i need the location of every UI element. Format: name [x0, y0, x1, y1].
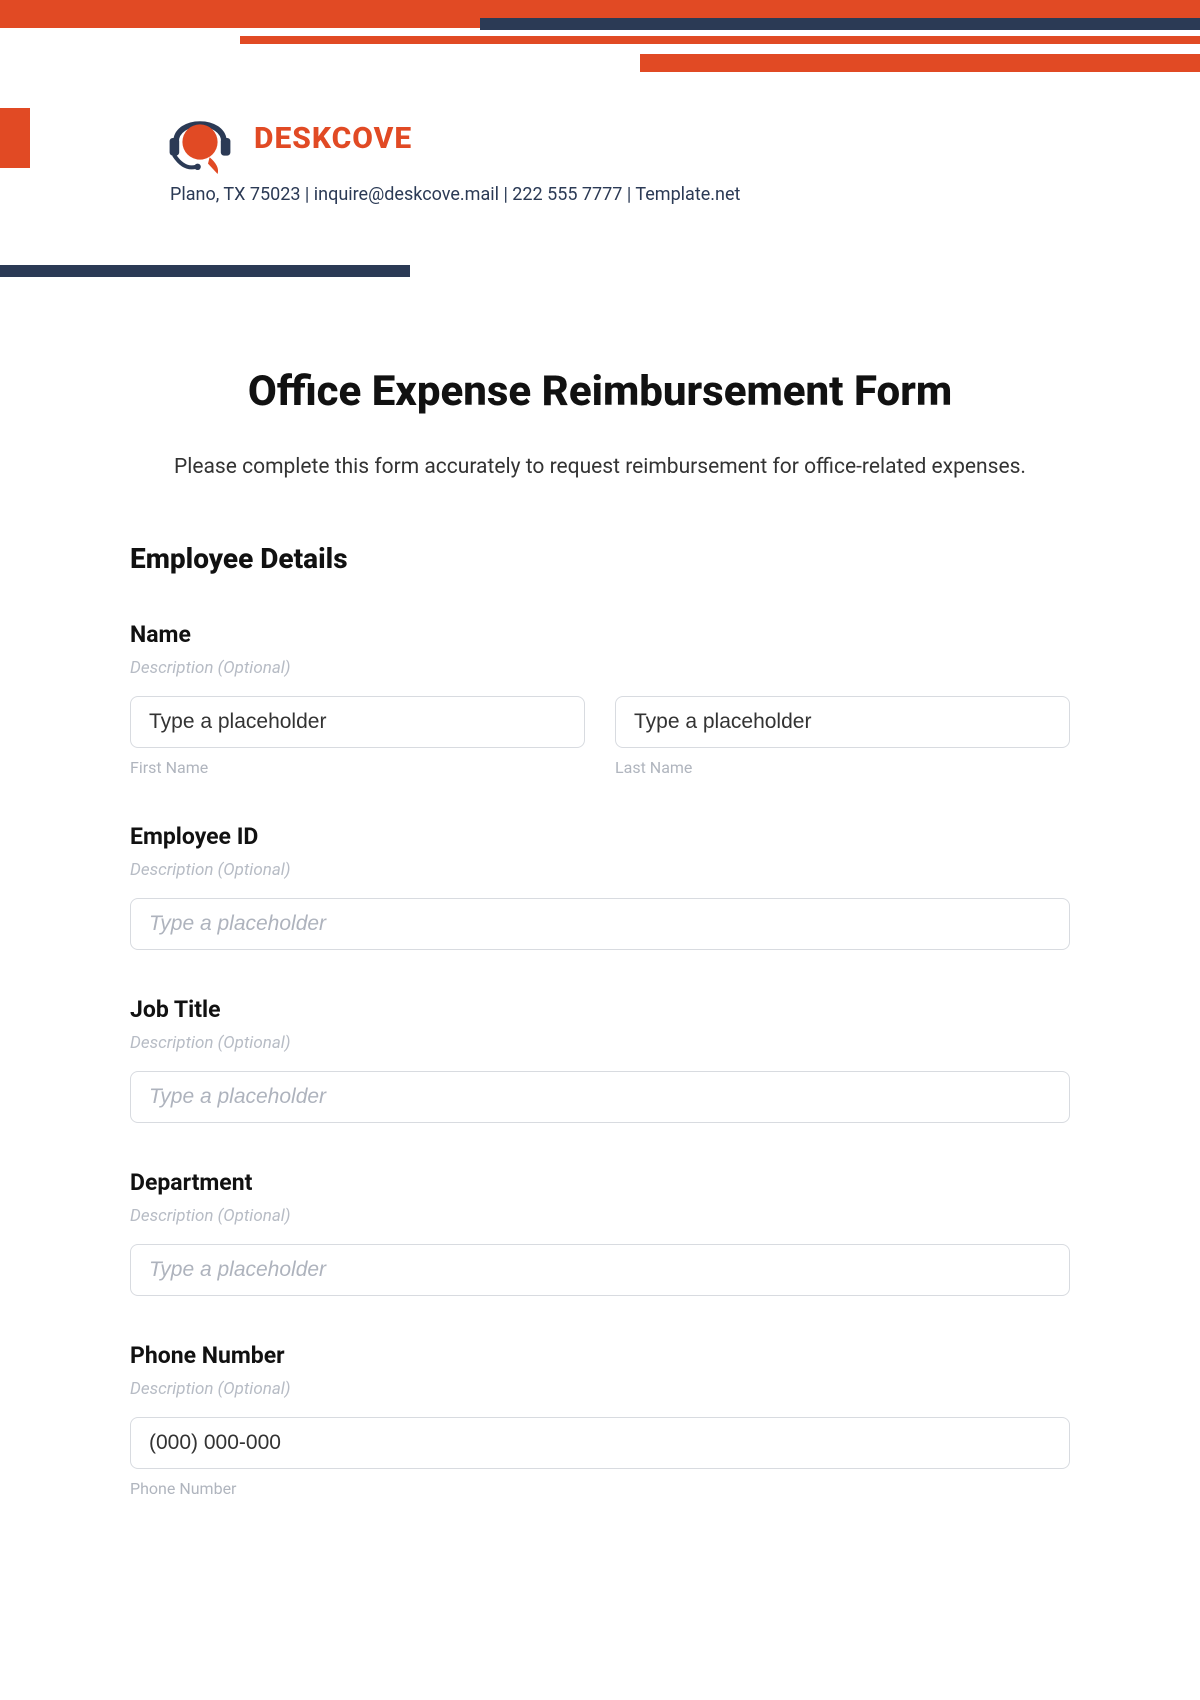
desc-phone: Description (Optional) — [130, 1379, 1070, 1399]
job-title-input[interactable] — [130, 1071, 1070, 1123]
decor-navy-underline — [0, 265, 410, 277]
department-input[interactable] — [130, 1244, 1070, 1296]
brand-contact-line: Plano, TX 75023 | inquire@deskcove.mail … — [170, 184, 1200, 205]
label-job-title: Job Title — [130, 996, 1070, 1023]
label-phone: Phone Number — [130, 1342, 1070, 1369]
sublabel-phone: Phone Number — [130, 1479, 1070, 1498]
decor-bar-navy — [480, 18, 1200, 30]
desc-name: Description (Optional) — [130, 658, 1070, 678]
brand-row: DESKCOVE — [160, 98, 1200, 178]
decor-bar-orange-line — [240, 36, 1200, 44]
decor-left-orange — [0, 108, 30, 168]
first-name-input[interactable] — [130, 696, 585, 748]
desc-employee-id: Description (Optional) — [130, 860, 1070, 880]
desc-job-title: Description (Optional) — [130, 1033, 1070, 1053]
page-title: Office Expense Reimbursement Form — [130, 367, 1070, 416]
field-name: Name Description (Optional) First Name L… — [130, 621, 1070, 777]
section-employee-details: Employee Details — [130, 542, 1070, 575]
phone-input[interactable] — [130, 1417, 1070, 1469]
headset-logo-icon — [160, 98, 240, 178]
label-department: Department — [130, 1169, 1070, 1196]
label-employee-id: Employee ID — [130, 823, 1070, 850]
sublabel-last-name: Last Name — [615, 758, 1070, 777]
field-phone: Phone Number Description (Optional) Phon… — [130, 1342, 1070, 1498]
field-job-title: Job Title Description (Optional) — [130, 996, 1070, 1123]
sublabel-first-name: First Name — [130, 758, 585, 777]
header: DESKCOVE Plano, TX 75023 | inquire@deskc… — [0, 0, 1200, 277]
desc-department: Description (Optional) — [130, 1206, 1070, 1226]
field-department: Department Description (Optional) — [130, 1169, 1070, 1296]
page-subtitle: Please complete this form accurately to … — [130, 450, 1070, 486]
label-name: Name — [130, 621, 1070, 648]
brand-name: DESKCOVE — [254, 121, 412, 156]
decor-bar-orange-block — [640, 54, 1200, 72]
last-name-input[interactable] — [615, 696, 1070, 748]
employee-id-input[interactable] — [130, 898, 1070, 950]
page-content: Office Expense Reimbursement Form Please… — [130, 277, 1070, 1498]
field-employee-id: Employee ID Description (Optional) — [130, 823, 1070, 950]
